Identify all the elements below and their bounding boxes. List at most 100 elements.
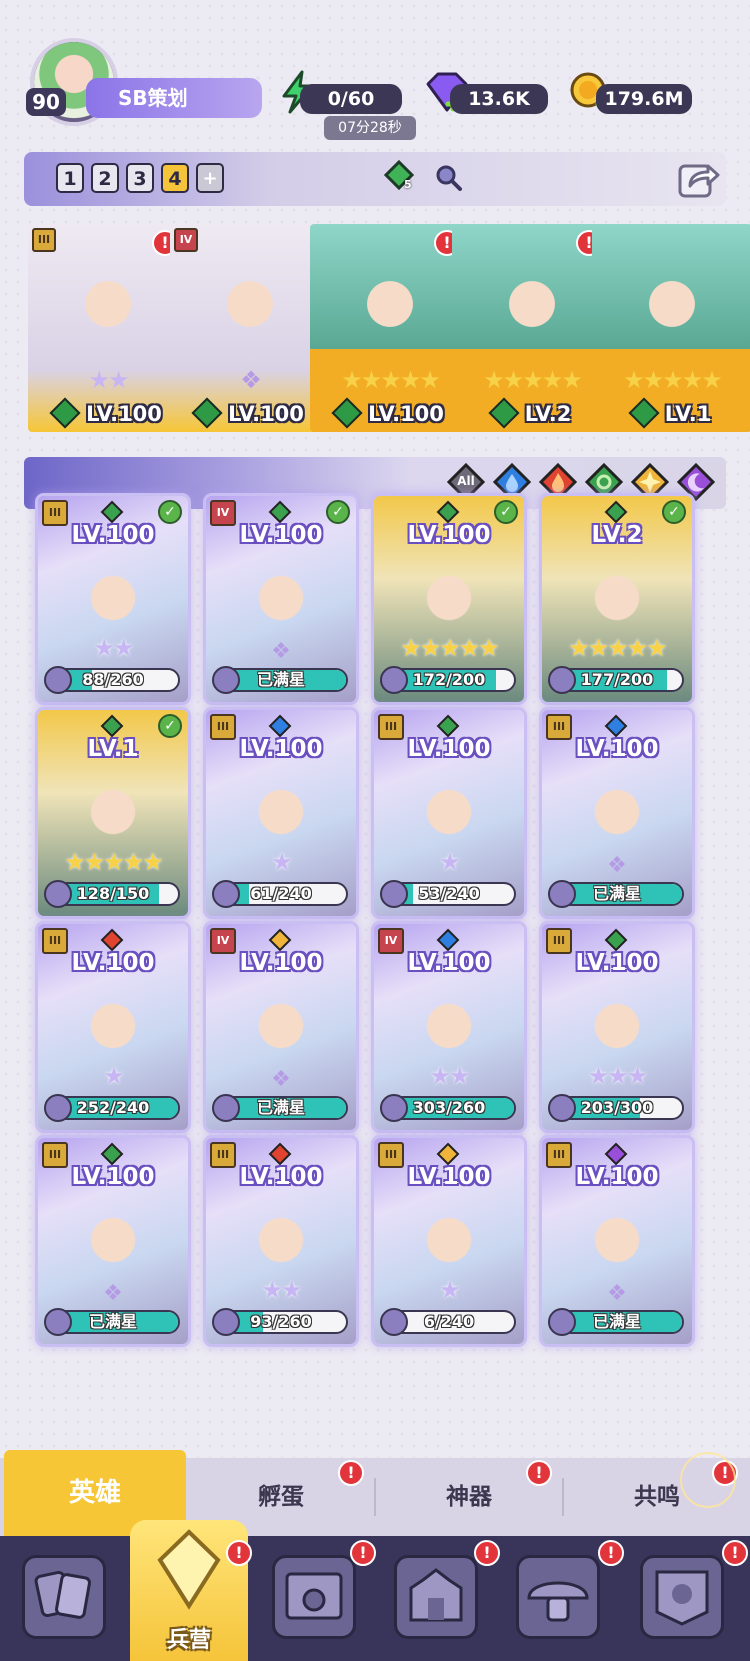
nav-castle-icon[interactable]: [394, 1555, 478, 1639]
hero-card[interactable]: III LV.100 ❖ 已满星: [38, 1138, 188, 1344]
hero-card[interactable]: III LV.100 ★★ 93/260: [206, 1138, 356, 1344]
hero-level: LV.100: [239, 522, 323, 548]
team-hero-card[interactable]: ! ★★★★★ LV.100: [310, 224, 470, 432]
star-rating: ★: [439, 848, 461, 876]
element-icon: [268, 500, 292, 524]
in-team-check-icon: ✓: [158, 500, 182, 524]
element-icon: [604, 928, 628, 952]
in-team-check-icon: ✓: [326, 500, 350, 524]
star-rating: ★★: [261, 1276, 302, 1304]
max-wings-icon: ❖: [607, 853, 627, 878]
element-gem-icon: [191, 397, 223, 429]
element-icon: [436, 928, 460, 952]
element-icon: [436, 1142, 460, 1166]
element-icon: [100, 500, 124, 524]
hero-card[interactable]: IV LV.100 ❖ 已满星: [206, 924, 356, 1130]
star-rating: ★: [103, 1062, 125, 1090]
hero-card[interactable]: ✓ LV.2 ★★★★★ 177/200: [542, 496, 692, 702]
hero-level: LV.100: [407, 522, 491, 548]
hero-level: LV.100: [575, 736, 659, 762]
shard-icon: [548, 880, 576, 908]
nav-mushroom-icon[interactable]: [516, 1555, 600, 1639]
coin-counter[interactable]: 179.6M: [596, 84, 692, 114]
team-hero-count: 5: [404, 178, 412, 191]
player-level: 90: [26, 88, 66, 116]
hero-level: LV.2: [452, 396, 612, 432]
nav-guild-icon[interactable]: [640, 1555, 724, 1639]
hero-level-text: LV.100: [228, 402, 304, 426]
map-alert-badge: !: [350, 1540, 376, 1566]
hero-card[interactable]: III LV.100 ★ 252/240: [38, 924, 188, 1130]
nav-barracks-label: 兵营: [166, 1628, 211, 1653]
hero-level-text: LV.100: [86, 402, 162, 426]
hero-card[interactable]: III LV.100 ★ 53/240: [374, 710, 524, 916]
hero-level-text: LV.100: [368, 402, 444, 426]
hero-card[interactable]: III LV.100 ★★★ 203/300: [542, 924, 692, 1130]
team-hero-count-icon: [384, 160, 415, 191]
shard-icon: [212, 880, 240, 908]
shard-icon: [548, 1308, 576, 1336]
energy-counter[interactable]: 0/60: [300, 84, 402, 114]
star-rating: ★★: [429, 1062, 470, 1090]
element-icon: [436, 714, 460, 738]
hero-portrait: [409, 772, 489, 852]
shard-icon: [548, 666, 576, 694]
hero-level: LV.100: [71, 1164, 155, 1190]
team-tab-3[interactable]: 3: [126, 163, 154, 193]
hero-portrait: [632, 264, 712, 344]
hero-card[interactable]: III LV.100 ❖ 已满星: [542, 1138, 692, 1344]
team-hero-card[interactable]: IV ❖ LV.100: [170, 224, 330, 432]
hero-card[interactable]: IV ✓ LV.100 ❖ 已满星: [206, 496, 356, 702]
max-wings-icon: ❖: [271, 1067, 291, 1092]
player-name[interactable]: SB策划: [86, 78, 262, 118]
shard-icon: [212, 1094, 240, 1122]
team-tab-4[interactable]: 4: [161, 163, 189, 193]
shard-icon: [212, 1308, 240, 1336]
castle-alert-badge: !: [474, 1540, 500, 1566]
hero-card[interactable]: III ✓ LV.100 ★★ 88/260: [38, 496, 188, 702]
shard-icon: [380, 1094, 408, 1122]
hero-level: LV.1: [87, 736, 139, 762]
hero-card[interactable]: ✓ LV.100 ★★★★★ 172/200: [374, 496, 524, 702]
hero-level-text: LV.1: [664, 402, 712, 426]
element-gem-icon: [331, 397, 363, 429]
search-icon[interactable]: [434, 163, 464, 193]
hero-portrait: [577, 558, 657, 638]
element-icon: [268, 928, 292, 952]
hero-portrait: [241, 558, 321, 638]
star-rating: ★★★★★: [341, 366, 441, 394]
share-icon[interactable]: [676, 156, 720, 200]
hero-level: LV.100: [407, 736, 491, 762]
star-rating: ★★★★★: [483, 366, 583, 394]
shard-icon: [380, 880, 408, 908]
hero-card[interactable]: III LV.100 ★ 6/240: [374, 1138, 524, 1344]
team-hero-card[interactable]: ! ★★★★★ LV.2: [452, 224, 612, 432]
star-rating: ★★: [88, 366, 129, 394]
element-icon: [100, 714, 124, 738]
hero-card[interactable]: IV LV.100 ★★ 303/260: [374, 924, 524, 1130]
hero-portrait: [241, 772, 321, 852]
team-hero-card[interactable]: ★★★★★ LV.1: [592, 224, 750, 432]
gem-counter[interactable]: 13.6K: [450, 84, 548, 114]
hero-portrait: [409, 558, 489, 638]
max-wings-icon: ❖: [240, 366, 262, 394]
add-team-button[interactable]: +: [196, 163, 224, 193]
hero-portrait: [73, 558, 153, 638]
hero-level: LV.100: [71, 522, 155, 548]
hero-card[interactable]: ✓ LV.1 ★★★★★ 128/150: [38, 710, 188, 916]
hero-level-text: LV.2: [524, 402, 572, 426]
team-tab-2[interactable]: 2: [91, 163, 119, 193]
team-tab-1[interactable]: 1: [56, 163, 84, 193]
hero-portrait: [241, 1200, 321, 1280]
team-hero-card[interactable]: III! ★★ LV.100: [28, 224, 188, 432]
hero-card[interactable]: III LV.100 ★ 61/240: [206, 710, 356, 916]
guild-alert-badge: !: [722, 1540, 748, 1566]
nav-map-icon[interactable]: [272, 1555, 356, 1639]
star-rating: ★★: [93, 634, 134, 662]
hero-card[interactable]: III LV.100 ❖ 已满星: [542, 710, 692, 916]
in-team-check-icon: ✓: [494, 500, 518, 524]
nav-cards-icon[interactable]: [22, 1555, 106, 1639]
barracks-alert-badge: !: [226, 1540, 252, 1566]
element-gem-icon: [49, 397, 81, 429]
hero-portrait: [73, 1200, 153, 1280]
